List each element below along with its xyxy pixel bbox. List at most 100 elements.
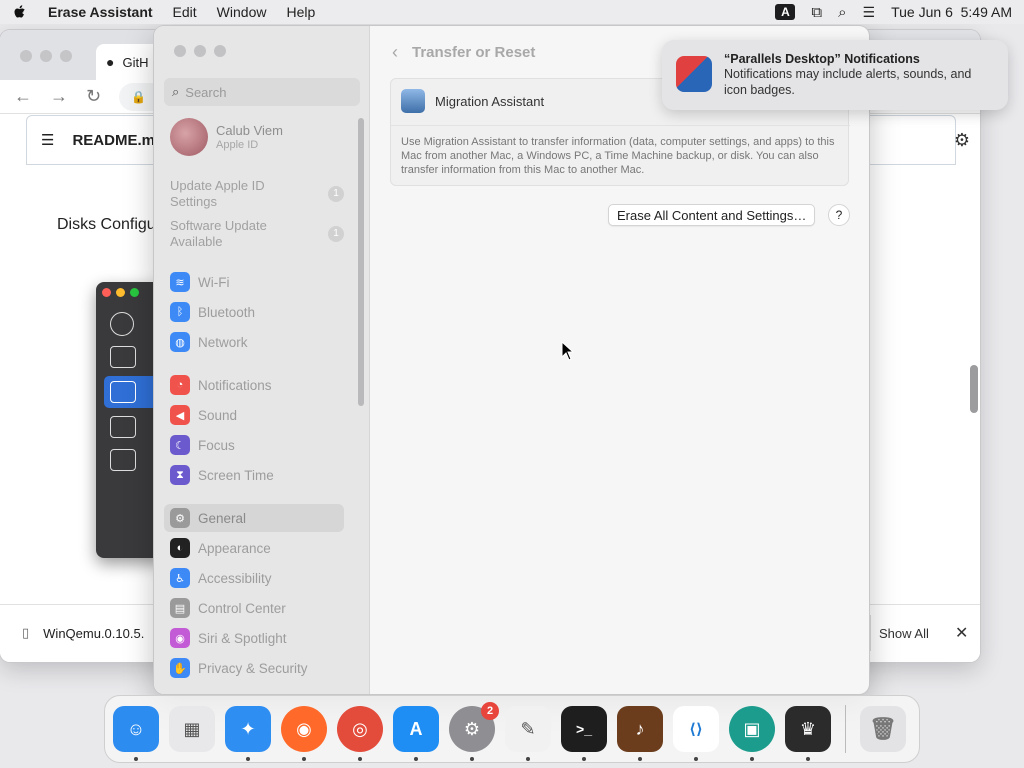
- update-label: Software Update Available: [170, 218, 267, 249]
- input-source-icon[interactable]: A: [775, 4, 796, 20]
- sidebar-item-general[interactable]: ⚙ General: [164, 504, 344, 532]
- terminal-icon[interactable]: [110, 449, 136, 471]
- launchpad-icon: ▦: [183, 718, 201, 739]
- globe-icon: ◍: [170, 332, 190, 352]
- sidebar-item-bluetooth[interactable]: ᛒ Bluetooth: [164, 298, 344, 326]
- sidebar-item-label: Accessibility: [198, 570, 272, 586]
- gear-icon[interactable]: ⚙: [954, 130, 970, 151]
- sidebar-item-focus[interactable]: ☾ Focus: [164, 431, 344, 459]
- search-field[interactable]: ⌕ Search: [164, 78, 360, 106]
- sidebar-item-privacy-security[interactable]: ✋ Privacy & Security: [164, 654, 344, 682]
- dock-launchpad[interactable]: ▦: [169, 706, 215, 752]
- dock: ☺ ▦ ✦ ◉ ◎ A ⚙ 2 ✎ >_ ♪ ⟨⟩ ▣ ♛ 🗑: [104, 695, 920, 763]
- sidebar-item-screen-time[interactable]: ⧗ Screen Time: [164, 461, 344, 489]
- dock-tuxedo-app[interactable]: ♛: [785, 706, 831, 761]
- dock-chrome[interactable]: ◎: [337, 706, 383, 761]
- firefox-icon: ◉: [296, 718, 312, 739]
- screen-mirroring-icon[interactable]: ⧉: [811, 4, 822, 21]
- menu-help[interactable]: Help: [286, 4, 315, 20]
- minimize-button[interactable]: [40, 50, 52, 62]
- sidebar-item-accessibility[interactable]: ♿ Accessibility: [164, 564, 344, 592]
- gear-icon: ⚙: [463, 718, 481, 739]
- tab-title: GitH: [122, 54, 149, 70]
- erase-all-button[interactable]: Erase All Content and Settings…: [608, 204, 816, 226]
- dock-safari[interactable]: ✦: [225, 706, 271, 761]
- close-button[interactable]: [20, 50, 32, 62]
- apple-icon[interactable]: [12, 4, 28, 20]
- dock-green-app[interactable]: ▣: [729, 706, 775, 761]
- sidebar-item-label: Appearance: [198, 540, 271, 556]
- forward-arrow-icon[interactable]: →: [50, 86, 68, 107]
- sidebar-item-label: Control Center: [198, 600, 286, 616]
- dock-app-store[interactable]: A: [393, 706, 439, 761]
- chevron-left-icon[interactable]: ‹: [392, 42, 398, 63]
- reload-icon[interactable]: ↻: [86, 86, 101, 107]
- search-placeholder: Search: [185, 84, 227, 100]
- hourglass-icon: ⧗: [170, 465, 190, 485]
- apple-id-row[interactable]: Calub Viem Apple ID: [170, 118, 283, 156]
- close-button[interactable]: [174, 45, 186, 57]
- sidebar-item-sound[interactable]: ◀ Sound: [164, 401, 344, 429]
- zoom-button[interactable]: [60, 50, 72, 62]
- sidebar-item-siri-spotlight[interactable]: ◉ Siri & Spotlight: [164, 624, 344, 652]
- migration-row[interactable]: Migration Assistant: [401, 89, 544, 113]
- guitar-icon: ♪: [635, 718, 645, 739]
- finder-icon: ☺: [126, 718, 146, 739]
- browser-scrollbar[interactable]: [970, 365, 978, 413]
- list-icon[interactable]: ☰: [41, 131, 54, 149]
- close-icon[interactable]: ✕: [955, 623, 968, 643]
- dock-terminal[interactable]: >_: [561, 706, 607, 761]
- show-all-button[interactable]: Show All: [870, 615, 937, 651]
- info-icon[interactable]: [110, 312, 134, 336]
- dock-divider: [845, 705, 846, 753]
- zoom-button[interactable]: [214, 45, 226, 57]
- sidebar-scrollbar[interactable]: [358, 118, 364, 406]
- app-menu[interactable]: Erase Assistant: [48, 4, 153, 20]
- spotlight-search-icon[interactable]: ⌕: [838, 4, 846, 21]
- dock-textedit[interactable]: ✎: [505, 706, 551, 761]
- pencil-icon: ✎: [520, 718, 536, 739]
- sliders-icon[interactable]: [110, 346, 136, 368]
- notification-banner[interactable]: “Parallels Desktop” Notifications Notifi…: [662, 40, 1008, 110]
- settings-sidebar: ⌕ Search Calub Viem Apple ID Update Appl…: [154, 26, 370, 694]
- download-item[interactable]: ▯ WinQemu.0.10.5.: [22, 625, 144, 641]
- minimize-button[interactable]: [194, 45, 206, 57]
- control-center-icon: ▤: [170, 598, 190, 618]
- lock-icon: 🔒: [131, 89, 147, 104]
- parallels-icon: [676, 56, 712, 92]
- menu-clock[interactable]: Tue Jun 6 5:49 AM: [891, 4, 1012, 20]
- update-apple-id-row[interactable]: Update Apple ID Settings 1: [170, 178, 350, 210]
- close-button[interactable]: [102, 288, 111, 297]
- github-icon: ●: [106, 54, 115, 70]
- sidebar-item-label: Sound: [198, 407, 238, 423]
- folder-icon[interactable]: [110, 416, 136, 438]
- file-icon: ▯: [22, 625, 30, 640]
- page-title: Transfer or Reset: [412, 44, 536, 61]
- zoom-button[interactable]: [130, 288, 139, 297]
- help-button[interactable]: ?: [828, 204, 850, 226]
- browser-window-controls: [20, 50, 72, 62]
- back-arrow-icon[interactable]: ←: [14, 86, 32, 107]
- sidebar-item-network[interactable]: ◍ Network: [164, 328, 344, 356]
- dock-firefox[interactable]: ◉: [281, 706, 327, 761]
- dock-finder[interactable]: ☺: [113, 706, 159, 761]
- minimize-button[interactable]: [116, 288, 125, 297]
- migration-title: Migration Assistant: [435, 93, 545, 109]
- software-update-row[interactable]: Software Update Available 1: [170, 218, 350, 250]
- dock-garageband[interactable]: ♪: [617, 706, 663, 761]
- sidebar-item-control-center[interactable]: ▤ Control Center: [164, 594, 344, 622]
- menu-edit[interactable]: Edit: [173, 4, 197, 20]
- migration-assistant-icon: [401, 89, 425, 113]
- dock-system-settings[interactable]: ⚙ 2: [449, 702, 499, 761]
- settings-content: ‹ Transfer or Reset Migration Assistant …: [370, 26, 869, 694]
- dock-trash[interactable]: 🗑: [860, 706, 906, 752]
- disk-icon[interactable]: [110, 381, 136, 403]
- search-icon: ⌕: [172, 84, 180, 99]
- sidebar-item-wifi[interactable]: ≋ Wi-Fi: [164, 268, 344, 296]
- control-center-icon[interactable]: ☰: [863, 4, 876, 21]
- menu-window[interactable]: Window: [217, 4, 267, 20]
- dock-vscode[interactable]: ⟨⟩: [673, 706, 719, 761]
- sidebar-item-appearance[interactable]: ◐ Appearance: [164, 534, 344, 562]
- migration-description: Use Migration Assistant to transfer info…: [401, 136, 835, 176]
- sidebar-item-notifications[interactable]: ◔ Notifications: [164, 371, 344, 399]
